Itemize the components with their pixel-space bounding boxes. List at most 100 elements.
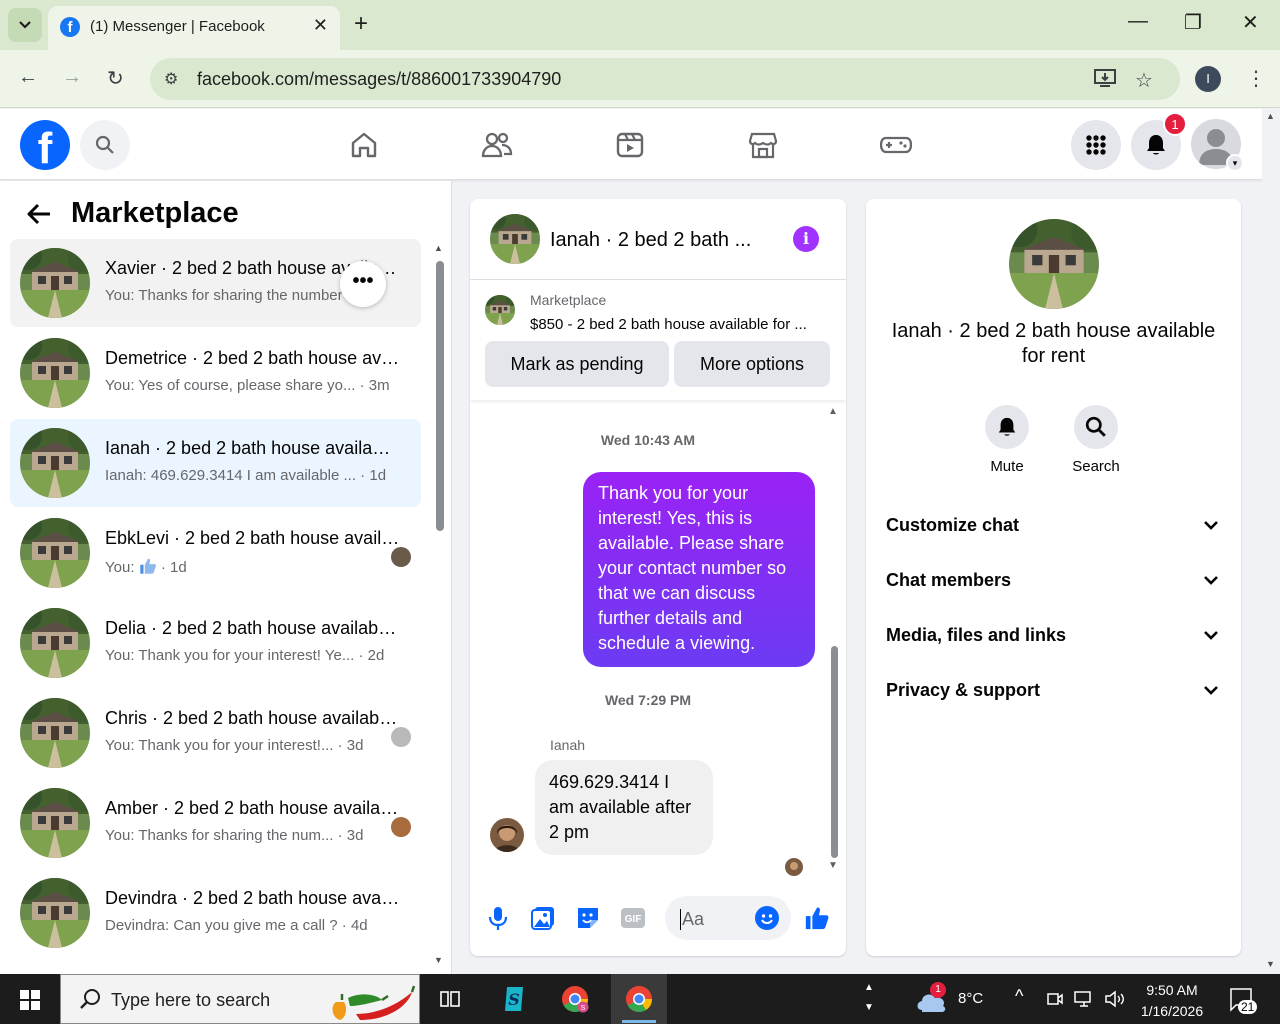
chat-list-item[interactable]: Delia · 2 bed 2 bath house available for… bbox=[10, 599, 421, 687]
search-icon bbox=[1085, 416, 1106, 437]
new-tab-icon[interactable]: + bbox=[354, 10, 368, 38]
browser-menu-icon[interactable]: ⋮ bbox=[1246, 66, 1266, 91]
message-input[interactable]: Aa bbox=[665, 896, 791, 940]
bookmark-star-icon[interactable]: ☆ bbox=[1135, 68, 1153, 93]
window-close-icon[interactable]: ✕ bbox=[1242, 10, 1259, 35]
conversation-header: Ianah · 2 bed 2 bath ... i bbox=[470, 199, 846, 280]
chevron-down-icon bbox=[1204, 686, 1218, 695]
chat-options-button[interactable]: ••• bbox=[340, 261, 386, 307]
chat-snippet: You: Thank you for your interest! Ye... … bbox=[105, 647, 385, 664]
chrome-icon[interactable] bbox=[622, 982, 656, 1016]
chat-list-item[interactable]: Chris · 2 bed 2 bath house available for… bbox=[10, 689, 421, 777]
photo-icon[interactable] bbox=[530, 905, 556, 931]
gaming-icon[interactable] bbox=[878, 127, 914, 163]
microphone-icon[interactable] bbox=[485, 905, 511, 931]
mark-as-pending-button[interactable]: Mark as pending bbox=[485, 341, 669, 387]
tab-search-dropdown[interactable] bbox=[8, 8, 42, 42]
info-section-row[interactable]: Customize chat bbox=[886, 506, 1221, 546]
like-thumb-icon[interactable] bbox=[804, 905, 830, 931]
meet-now-icon[interactable] bbox=[1046, 990, 1064, 1008]
network-icon[interactable] bbox=[1074, 990, 1096, 1008]
gif-icon[interactable]: GIF bbox=[620, 905, 646, 931]
install-app-icon[interactable] bbox=[1094, 68, 1116, 94]
info-section-row[interactable]: Chat members bbox=[886, 561, 1221, 601]
browser-tab-messenger[interactable]: f (1) Messenger | Facebook ✕ bbox=[48, 6, 340, 50]
tab-close-icon[interactable]: ✕ bbox=[313, 15, 328, 36]
marketplace-icon[interactable] bbox=[745, 127, 781, 163]
chat-snippet: You: Thanks for sharing the num... · 3d bbox=[105, 827, 364, 844]
account-chevron-icon[interactable]: ▾ bbox=[1226, 154, 1244, 172]
thread-scroll-thumb[interactable] bbox=[831, 646, 838, 858]
chat-snippet: You: · 1d bbox=[105, 557, 405, 579]
more-options-button[interactable]: More options bbox=[674, 341, 830, 387]
chat-snippet: You: Yes of course, please share yo... ·… bbox=[105, 377, 390, 394]
search-icon bbox=[80, 989, 100, 1009]
chat-snippet: Devindra: Can you give me a call ? · 4d bbox=[105, 917, 368, 934]
chrome-profile-icon[interactable]: S bbox=[558, 982, 592, 1016]
windows-start-icon[interactable] bbox=[20, 990, 40, 1010]
chat-list-item[interactable]: Ianah · 2 bed 2 bath house available for… bbox=[10, 419, 421, 507]
panel-title: Marketplace bbox=[71, 197, 239, 229]
chat-list-item[interactable]: Amber · 2 bed 2 bath house available for… bbox=[10, 779, 421, 867]
bell-icon bbox=[1147, 135, 1165, 155]
address-bar[interactable]: ⚙ facebook.com/messages/t/88600173390479… bbox=[150, 58, 1180, 100]
browser-toolbar: ← → ↻ ⚙ facebook.com/messages/t/88600173… bbox=[0, 50, 1280, 108]
chat-list-item[interactable]: Demetrice · 2 bed 2 bath house available… bbox=[10, 329, 421, 417]
conversation-title[interactable]: Ianah · 2 bed 2 bath ... bbox=[550, 229, 751, 252]
menu-grid-button[interactable] bbox=[1071, 120, 1121, 170]
chat-avatar-large[interactable] bbox=[1009, 219, 1099, 309]
info-section-row[interactable]: Media, files and links bbox=[886, 616, 1221, 656]
weather-temperature[interactable]: 8°C bbox=[958, 990, 983, 1007]
task-view-icon[interactable] bbox=[433, 982, 467, 1016]
emoji-icon[interactable] bbox=[755, 906, 779, 930]
minimize-icon[interactable]: — bbox=[1128, 10, 1148, 33]
page-scrollbar[interactable]: ▲ ▼ bbox=[1262, 109, 1280, 974]
chat-list-scroll-thumb[interactable] bbox=[436, 261, 444, 531]
back-icon[interactable]: ← bbox=[18, 66, 38, 89]
forward-icon[interactable]: → bbox=[62, 66, 82, 89]
site-settings-icon[interactable]: ⚙ bbox=[164, 69, 178, 89]
video-icon[interactable] bbox=[612, 127, 648, 163]
seen-avatar bbox=[391, 817, 411, 837]
home-icon[interactable] bbox=[346, 127, 382, 163]
chat-list-item[interactable]: Devindra · 2 bed 2 bath house available … bbox=[10, 869, 421, 957]
taskbar-search-placeholder: Type here to search bbox=[111, 990, 271, 1010]
incoming-message[interactable]: 469.629.3414 I am available after 2 pm bbox=[535, 760, 713, 855]
search-label: Search bbox=[1072, 458, 1120, 475]
notification-center-count: 21 bbox=[1238, 1000, 1258, 1014]
search-in-chat-button[interactable]: Search bbox=[1056, 405, 1136, 475]
reload-icon[interactable]: ↻ bbox=[107, 66, 124, 91]
chat-name: Ianah · 2 bed 2 bath house available for… bbox=[105, 438, 400, 458]
taskbar-search-box[interactable]: Type here to search bbox=[60, 974, 420, 1024]
facebook-search-button[interactable] bbox=[80, 120, 130, 170]
restore-icon[interactable]: ❐ bbox=[1184, 10, 1202, 35]
marketplace-listing-card: Marketplace $850 - 2 bed 2 bath house av… bbox=[470, 280, 846, 400]
outgoing-message[interactable]: Thank you for your interest! Yes, this i… bbox=[583, 472, 815, 667]
friends-icon[interactable] bbox=[479, 127, 515, 163]
chat-list-item[interactable]: Xavier · 2 bed 2 bath house available fo… bbox=[10, 239, 421, 327]
taskbar-clock[interactable]: 9:50 AM 1/16/2026 bbox=[1130, 980, 1214, 1022]
active-app-indicator bbox=[622, 1020, 656, 1023]
chat-list-item[interactable]: EbkLevi · 2 bed 2 bath house available f… bbox=[10, 509, 421, 597]
listing-thumbnail[interactable] bbox=[485, 295, 515, 325]
browser-profile-avatar[interactable]: I bbox=[1195, 66, 1221, 92]
grid-icon bbox=[1086, 135, 1106, 155]
weather-badge: 1 bbox=[930, 982, 946, 998]
conversation-avatar[interactable] bbox=[490, 214, 540, 264]
app-s-icon[interactable]: S bbox=[497, 982, 531, 1016]
section-label: Customize chat bbox=[886, 515, 1020, 535]
listing-title[interactable]: $850 - 2 bed 2 bath house available for … bbox=[530, 316, 807, 333]
info-icon[interactable]: i bbox=[793, 226, 819, 252]
back-arrow-icon[interactable] bbox=[26, 201, 52, 233]
sticker-icon[interactable] bbox=[575, 905, 601, 931]
facebook-logo-icon[interactable]: f bbox=[20, 120, 70, 173]
mute-button[interactable]: Mute bbox=[967, 405, 1047, 475]
message-input-placeholder: Aa bbox=[680, 909, 705, 930]
chat-snippet: You: Thank you for your interest!... · 3… bbox=[105, 737, 364, 754]
tray-overflow-icon[interactable]: ^ bbox=[1015, 986, 1023, 1007]
sender-avatar[interactable] bbox=[490, 818, 524, 852]
info-section-row[interactable]: Privacy & support bbox=[886, 671, 1221, 711]
chat-snippet: Ianah: 469.629.3414 I am available ... ·… bbox=[105, 467, 387, 484]
volume-icon[interactable] bbox=[1104, 990, 1126, 1008]
taskbar-scroll-icon[interactable]: ▲ ▼ bbox=[864, 978, 874, 1018]
